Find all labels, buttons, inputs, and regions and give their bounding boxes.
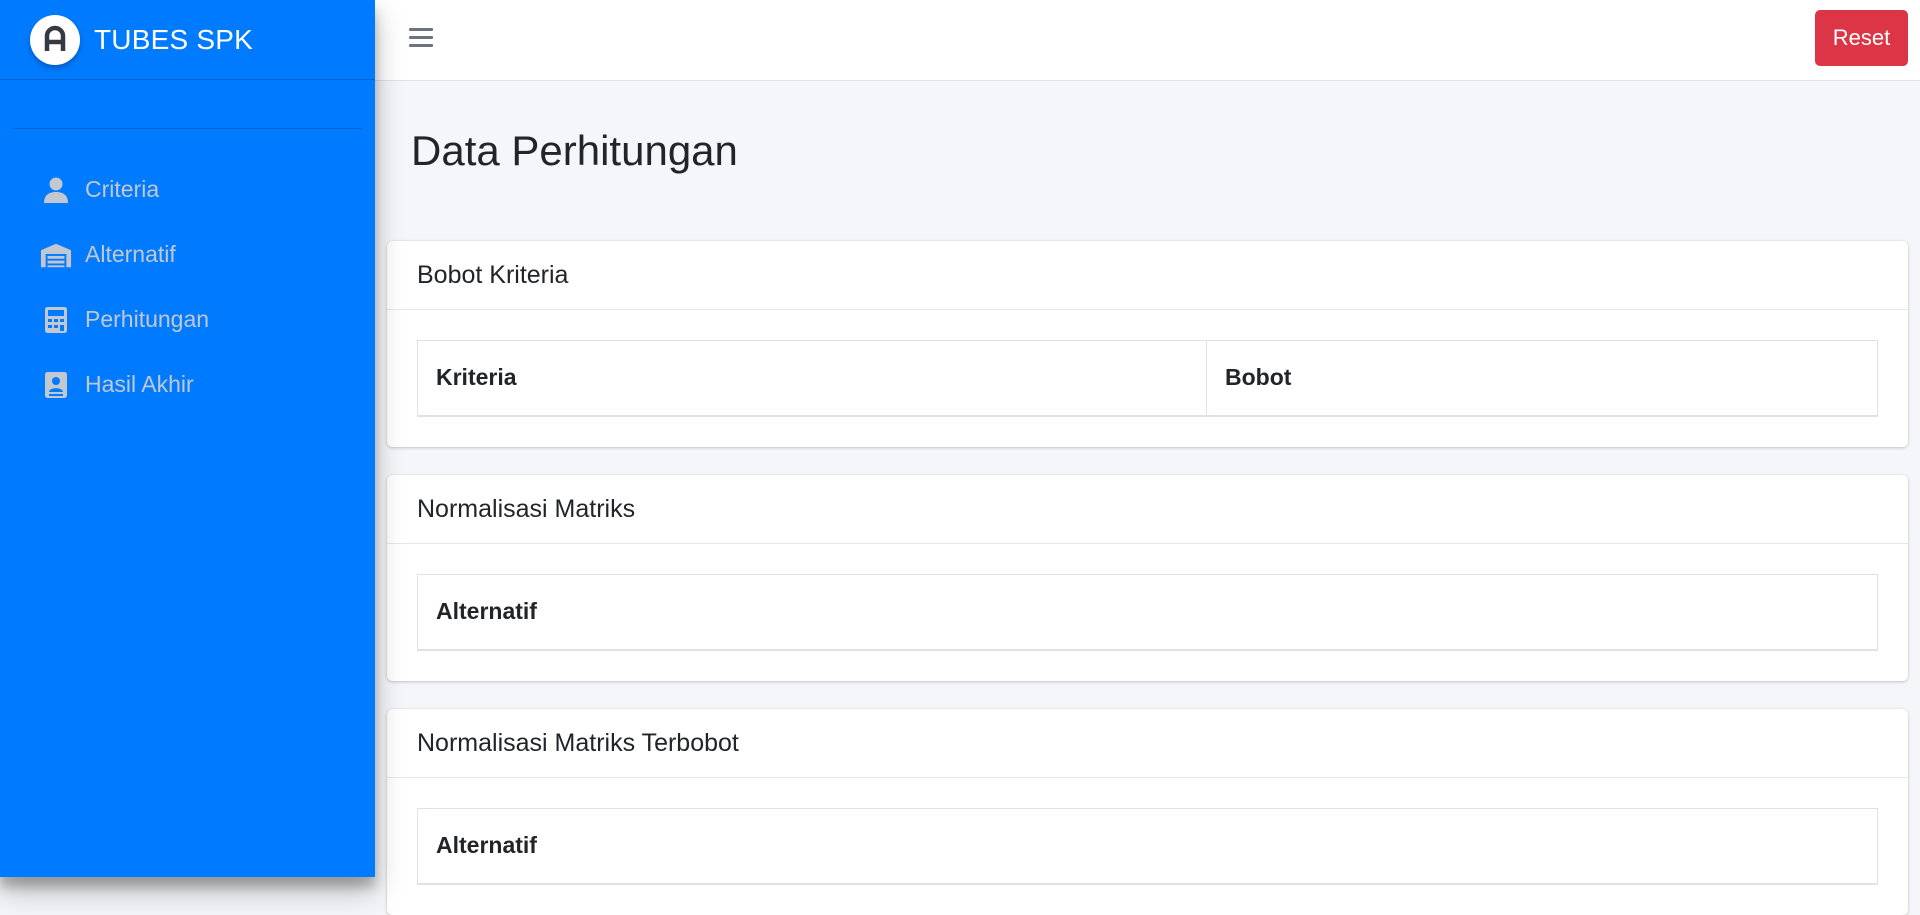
table-header-row: Kriteria Bobot <box>417 340 1878 417</box>
letter-a-logo-icon <box>30 14 80 65</box>
card-title: Bobot Kriteria <box>387 241 1908 310</box>
calculator-icon <box>40 306 72 334</box>
table-header-row: Alternatif <box>417 808 1878 885</box>
user-icon <box>40 176 72 204</box>
card-body: Kriteria Bobot <box>387 310 1908 447</box>
sidebar-item-hasil-akhir[interactable]: Hasil Akhir <box>0 352 375 417</box>
column-header: Alternatif <box>417 808 1878 885</box>
sidebar-item-criteria[interactable]: Criteria <box>0 157 375 222</box>
sidebar-nav: Criteria Alternatif Perhitungan Hasil Ak… <box>0 157 375 417</box>
hamburger-menu-icon[interactable] <box>409 28 433 48</box>
contact-card-icon <box>40 371 72 399</box>
card-bobot-kriteria: Bobot Kriteria Kriteria Bobot <box>387 241 1908 447</box>
brand-link[interactable]: TUBES SPK <box>0 0 375 80</box>
top-navbar: Reset <box>375 0 1920 81</box>
card-normalisasi-matriks: Normalisasi Matriks Alternatif <box>387 475 1908 681</box>
main-content: Data Perhitungan Bobot Kriteria Kriteria… <box>375 81 1920 915</box>
column-header: Kriteria <box>417 340 1207 417</box>
sidebar: TUBES SPK Criteria Alternatif Perhitunga… <box>0 0 375 877</box>
sidebar-divider <box>13 128 362 129</box>
sidebar-item-label: Criteria <box>85 176 160 202</box>
sidebar-item-label: Alternatif <box>85 241 176 267</box>
bobot-kriteria-table: Kriteria Bobot <box>417 340 1878 417</box>
card-body: Alternatif <box>387 544 1908 681</box>
card-normalisasi-matriks-terbobot: Normalisasi Matriks Terbobot Alternatif <box>387 709 1908 915</box>
column-header: Alternatif <box>417 574 1878 651</box>
sidebar-item-alternatif[interactable]: Alternatif <box>0 222 375 287</box>
sidebar-item-label: Hasil Akhir <box>85 371 194 397</box>
warehouse-icon <box>40 241 72 269</box>
card-title: Normalisasi Matriks <box>387 475 1908 544</box>
column-header: Bobot <box>1206 340 1878 417</box>
reset-button[interactable]: Reset <box>1815 10 1908 66</box>
normalisasi-matriks-terbobot-table: Alternatif <box>417 808 1878 885</box>
table-header-row: Alternatif <box>417 574 1878 651</box>
normalisasi-matriks-table: Alternatif <box>417 574 1878 651</box>
card-body: Alternatif <box>387 778 1908 915</box>
sidebar-item-label: Perhitungan <box>85 306 210 332</box>
card-title: Normalisasi Matriks Terbobot <box>387 709 1908 778</box>
page-title: Data Perhitungan <box>411 127 738 174</box>
brand-title: TUBES SPK <box>94 23 253 55</box>
sidebar-item-perhitungan[interactable]: Perhitungan <box>0 287 375 352</box>
